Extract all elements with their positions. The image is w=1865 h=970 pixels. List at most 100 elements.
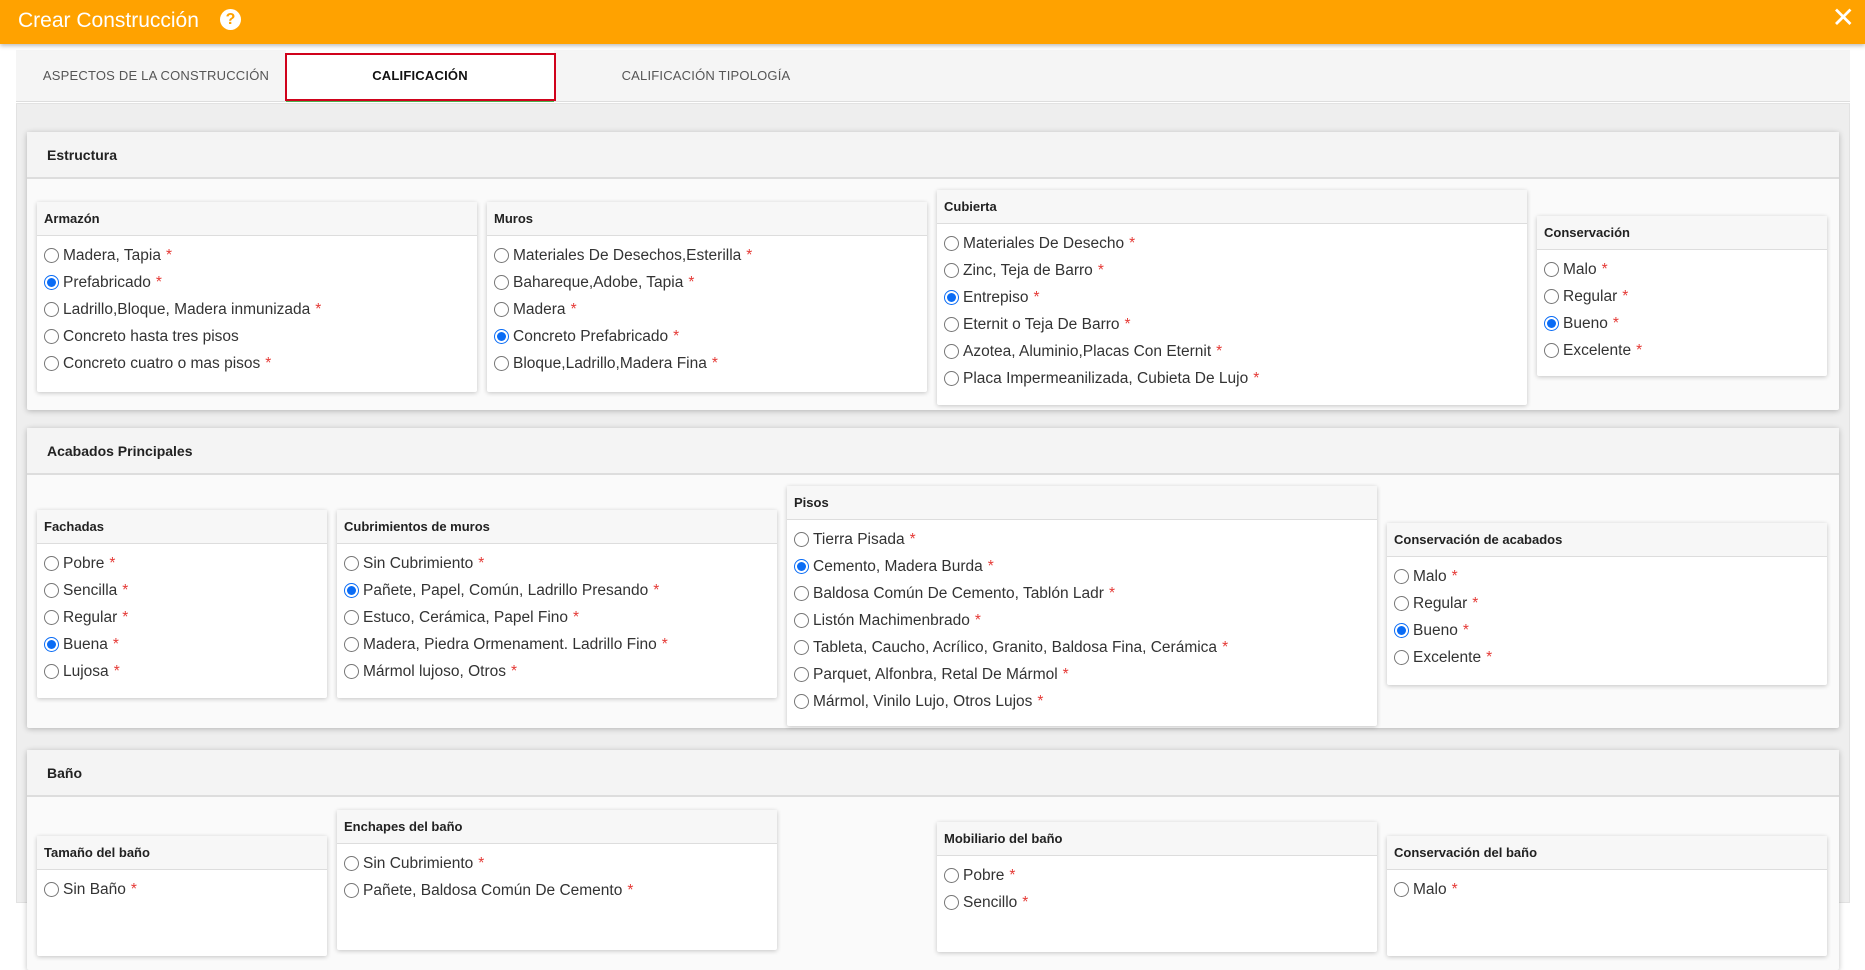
radio-button[interactable] [1394, 596, 1409, 611]
radio-button-checked[interactable] [44, 275, 59, 290]
tab-aspectos-construccion[interactable]: ASPECTOS DE LA CONSTRUCCIÓN [26, 50, 286, 102]
radio-option[interactable]: Cemento, Madera Burda * [787, 553, 1377, 580]
radio-button[interactable] [1394, 569, 1409, 584]
radio-option[interactable]: Pañete, Papel, Común, Ladrillo Presando * [337, 577, 777, 604]
close-icon[interactable]: ✕ [1832, 4, 1855, 32]
radio-button[interactable] [494, 302, 509, 317]
radio-option[interactable]: Sin Cubrimiento * [337, 550, 777, 577]
radio-option[interactable]: Malo * [1387, 563, 1827, 590]
radio-option[interactable]: Pobre * [37, 550, 327, 577]
radio-option[interactable]: Concreto cuatro o mas pisos * [37, 350, 477, 377]
radio-option[interactable]: Azotea, Aluminio,Placas Con Eternit * [937, 338, 1527, 365]
radio-option[interactable]: Tableta, Caucho, Acrílico, Granito, Bald… [787, 634, 1377, 661]
radio-button[interactable] [944, 236, 959, 251]
card-title: Pisos [787, 486, 1377, 520]
radio-button[interactable] [44, 556, 59, 571]
tab-calificacion[interactable]: CALIFICACIÓN [286, 50, 554, 102]
radio-button[interactable] [44, 302, 59, 317]
radio-option[interactable]: Excelente * [1387, 644, 1827, 671]
radio-button[interactable] [944, 263, 959, 278]
radio-button-checked[interactable] [344, 583, 359, 598]
radio-option[interactable]: Excelente * [1537, 337, 1827, 364]
radio-option[interactable]: Estuco, Cerámica, Papel Fino * [337, 604, 777, 631]
radio-option[interactable]: Tierra Pisada * [787, 526, 1377, 553]
radio-option[interactable]: Sencilla * [37, 577, 327, 604]
radio-option[interactable]: Materiales De Desechos,Esterilla * [487, 242, 927, 269]
radio-button[interactable] [1544, 343, 1559, 358]
radio-option[interactable]: Madera, Tapia * [37, 242, 477, 269]
radio-button[interactable] [44, 610, 59, 625]
radio-button[interactable] [794, 613, 809, 628]
radio-option[interactable]: Madera, Piedra Ormenament. Ladrillo Fino… [337, 631, 777, 658]
radio-option[interactable]: Mármol, Vinilo Lujo, Otros Lujos * [787, 688, 1377, 715]
radio-button[interactable] [1544, 262, 1559, 277]
radio-button[interactable] [794, 667, 809, 682]
radio-button[interactable] [344, 883, 359, 898]
radio-option[interactable]: Prefabricado * [37, 269, 477, 296]
radio-option[interactable]: Eternit o Teja De Barro * [937, 311, 1527, 338]
radio-button[interactable] [944, 868, 959, 883]
radio-button[interactable] [794, 640, 809, 655]
tab-calificacion-tipologia[interactable]: CALIFICACIÓN TIPOLOGÍA [561, 50, 851, 102]
radio-option[interactable]: Malo * [1387, 876, 1827, 903]
radio-option[interactable]: Bueno * [1537, 310, 1827, 337]
help-icon[interactable]: ? [220, 9, 241, 30]
radio-button-checked[interactable] [494, 329, 509, 344]
radio-option[interactable]: Mármol lujoso, Otros * [337, 658, 777, 685]
radio-button[interactable] [944, 344, 959, 359]
radio-button[interactable] [44, 329, 59, 344]
radio-button[interactable] [1394, 882, 1409, 897]
radio-option[interactable]: Materiales De Desecho * [937, 230, 1527, 257]
required-asterisk: * [1451, 880, 1458, 898]
radio-option[interactable]: Lujosa * [37, 658, 327, 685]
radio-button[interactable] [44, 356, 59, 371]
radio-option[interactable]: Bloque,Ladrillo,Madera Fina * [487, 350, 927, 377]
radio-option[interactable]: Placa Impermeanilizada, Cubieta De Lujo * [937, 365, 1527, 392]
radio-option[interactable]: Sin Cubrimiento * [337, 850, 777, 877]
radio-button[interactable] [944, 317, 959, 332]
radio-option[interactable]: Bahareque,Adobe, Tapia * [487, 269, 927, 296]
radio-option[interactable]: Pobre * [937, 862, 1377, 889]
radio-option[interactable]: Regular * [1537, 283, 1827, 310]
radio-option[interactable]: Zinc, Teja de Barro * [937, 257, 1527, 284]
radio-button[interactable] [494, 275, 509, 290]
radio-option-label: Zinc, Teja de Barro [963, 261, 1093, 279]
radio-option[interactable]: Ladrillo,Bloque, Madera inmunizada * [37, 296, 477, 323]
radio-button[interactable] [794, 694, 809, 709]
radio-button[interactable] [44, 583, 59, 598]
radio-button[interactable] [794, 586, 809, 601]
radio-button-checked[interactable] [1544, 316, 1559, 331]
radio-button[interactable] [44, 664, 59, 679]
radio-button[interactable] [494, 248, 509, 263]
radio-button-checked[interactable] [944, 290, 959, 305]
radio-option[interactable]: Regular * [1387, 590, 1827, 617]
radio-button[interactable] [494, 356, 509, 371]
radio-button[interactable] [344, 610, 359, 625]
radio-option[interactable]: Concreto hasta tres pisos [37, 323, 477, 350]
radio-button[interactable] [344, 856, 359, 871]
radio-option[interactable]: Parquet, Alfonbra, Retal De Mármol * [787, 661, 1377, 688]
radio-option[interactable]: Pañete, Baldosa Común De Cemento * [337, 877, 777, 904]
radio-button[interactable] [344, 664, 359, 679]
radio-option[interactable]: Concreto Prefabricado * [487, 323, 927, 350]
radio-option[interactable]: Listón Machimenbrado * [787, 607, 1377, 634]
radio-button[interactable] [1394, 650, 1409, 665]
radio-option[interactable]: Entrepiso * [937, 284, 1527, 311]
radio-button-checked[interactable] [44, 637, 59, 652]
radio-button[interactable] [44, 882, 59, 897]
radio-button[interactable] [1544, 289, 1559, 304]
radio-option[interactable]: Sin Baño * [37, 876, 327, 903]
radio-button-checked[interactable] [1394, 623, 1409, 638]
radio-option[interactable]: Malo * [1537, 256, 1827, 283]
radio-button[interactable] [794, 532, 809, 547]
radio-button[interactable] [344, 637, 359, 652]
radio-option[interactable]: Bueno * [1387, 617, 1827, 644]
radio-button[interactable] [44, 248, 59, 263]
radio-option[interactable]: Madera * [487, 296, 927, 323]
radio-option[interactable]: Baldosa Común De Cemento, Tablón Ladr * [787, 580, 1377, 607]
radio-option[interactable]: Regular * [37, 604, 327, 631]
radio-button-checked[interactable] [794, 559, 809, 574]
radio-option[interactable]: Buena * [37, 631, 327, 658]
radio-button[interactable] [944, 371, 959, 386]
radio-button[interactable] [344, 556, 359, 571]
